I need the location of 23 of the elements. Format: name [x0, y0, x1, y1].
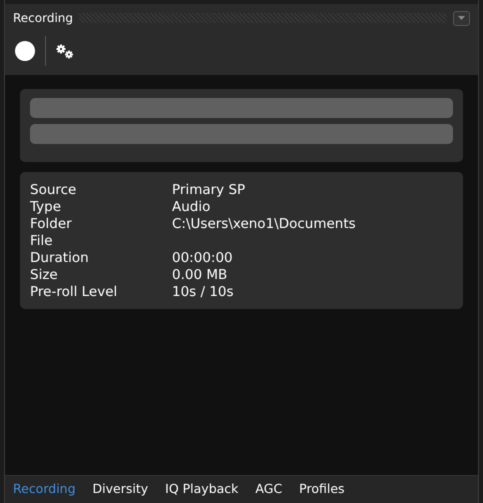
info-value: Primary SP: [172, 182, 246, 199]
info-label: Size: [30, 267, 59, 284]
info-value: C:\Users\xeno1\Documents: [172, 216, 356, 233]
tab[interactable]: Diversity: [92, 480, 148, 499]
tab[interactable]: IQ Playback: [165, 480, 238, 499]
tab[interactable]: Profiles: [299, 480, 345, 499]
info-value: 0.00 MB: [172, 267, 228, 284]
panel-title: Recording: [13, 10, 74, 27]
gears-icon: [56, 44, 74, 60]
info-label: Type: [30, 199, 62, 216]
dropdown-button[interactable]: [453, 10, 470, 26]
info-label: Pre-roll Level: [30, 284, 118, 301]
info-value: 10s / 10s: [172, 284, 234, 301]
info-value: Audio: [172, 199, 210, 216]
info-label: Folder: [30, 216, 73, 233]
info-value: 00:00:00: [172, 250, 233, 267]
info-label: Source: [30, 182, 78, 199]
info-label: Duration: [30, 250, 90, 267]
tab[interactable]: AGC: [255, 480, 282, 499]
tab[interactable]: Recording: [13, 480, 76, 499]
record-button[interactable]: [15, 41, 35, 61]
info-label: File: [30, 233, 54, 250]
caret-icon: [458, 16, 465, 20]
